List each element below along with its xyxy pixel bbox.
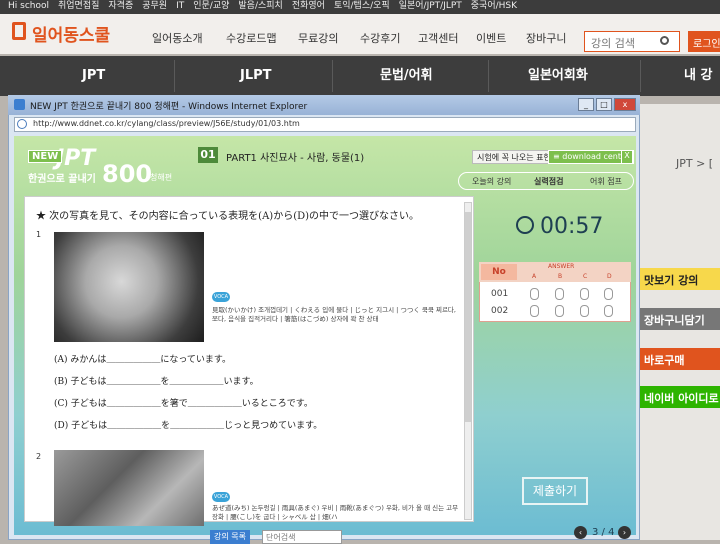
nav-item-free[interactable]: 무료강의 — [298, 30, 338, 46]
choice-c[interactable]: (C) 子どもは＿＿＿＿＿＿を箸で＿＿＿＿＿＿いるところです。 — [54, 396, 313, 409]
answer-bubble[interactable] — [530, 288, 539, 300]
top-link[interactable]: 인문/교양 — [193, 1, 229, 11]
menu-jpt[interactable]: JPT — [82, 56, 105, 96]
unit-title: PART1 사진묘사 - 사람, 동물(1) — [226, 153, 365, 164]
browser-title: NEW JPT 한권으로 끝내기 800 청해편 - Windows Inter… — [30, 102, 308, 112]
question-photo — [54, 450, 204, 526]
ie-icon — [14, 99, 25, 110]
word-search-input[interactable]: 단어검색 — [262, 530, 342, 544]
menu-grammar[interactable]: 문법/어휘 — [380, 56, 433, 96]
answer-col: C — [583, 273, 588, 280]
countdown-timer: 00:57 — [540, 214, 604, 239]
stopwatch-icon — [516, 216, 534, 234]
top-link[interactable]: 토익/텝스/오픽 — [334, 1, 390, 11]
answer-no-label: No — [481, 264, 517, 280]
menu-conversation[interactable]: 일본어회화 — [528, 56, 588, 96]
answer-bubble[interactable] — [555, 305, 564, 317]
next-page-icon[interactable]: › — [618, 526, 631, 539]
nav-item-events[interactable]: 이벤트 — [476, 30, 506, 46]
menu-divider — [640, 60, 641, 92]
preview-lecture-button[interactable]: 맛보기 강의 — [638, 268, 720, 290]
page-icon — [17, 119, 27, 129]
nav-item-cart[interactable]: 장바구니 — [526, 30, 566, 46]
brand-800: 800 — [102, 160, 153, 188]
page-indicator: 3 / 4 — [592, 527, 615, 538]
exam-expressions-button[interactable]: 시험에 꼭 나오는 표현 — [472, 150, 556, 164]
choice-d[interactable]: (D) 子どもは＿＿＿＿＿＿を＿＿＿＿＿＿じっと見つめています。 — [54, 418, 322, 431]
menu-my-courses[interactable]: 내 강의 — [684, 56, 720, 123]
lecture-list-button[interactable]: 강의 목록 — [210, 530, 250, 544]
buy-now-button[interactable]: 바로구매 — [638, 348, 720, 370]
minimize-button[interactable]: _ — [578, 98, 594, 111]
brand-subtitle: 한권으로 끝내기 — [28, 174, 96, 185]
nav-item-support[interactable]: 고객센터 — [418, 30, 458, 46]
player-close-button[interactable]: X — [621, 150, 633, 164]
brand-edition: 청해편 — [150, 173, 173, 182]
site-logo[interactable]: 일어동스쿨 — [32, 21, 110, 46]
top-link[interactable]: 발음/스피치 — [238, 1, 282, 11]
menu-divider — [488, 60, 489, 92]
vocab-badge: VOCA — [212, 292, 230, 302]
answer-label: ANSWER — [548, 263, 575, 270]
answer-bubble[interactable] — [604, 305, 613, 317]
prev-page-icon[interactable]: ‹ — [574, 526, 587, 539]
answer-bubble[interactable] — [530, 305, 539, 317]
answer-col: D — [607, 273, 612, 280]
vocab-badge: VOCA — [212, 492, 230, 502]
menu-divider — [332, 60, 333, 92]
tab-vocab-jump[interactable]: 어휘 점프 — [590, 176, 622, 187]
choice-b[interactable]: (B) 子どもは＿＿＿＿＿＿を＿＿＿＿＿＿います。 — [54, 374, 259, 387]
window-close-button[interactable]: x — [614, 98, 636, 111]
tab-today-lecture[interactable]: 오늘의 강의 — [472, 176, 511, 187]
maximize-button[interactable]: □ — [596, 98, 612, 111]
tab-skill-check[interactable]: 실력점검 — [534, 176, 563, 187]
add-to-cart-button[interactable]: 장바구니담기 — [638, 308, 720, 330]
answer-bubble[interactable] — [580, 288, 589, 300]
question-number: 2 — [36, 452, 42, 461]
login-button[interactable]: 로그인 — [688, 31, 720, 52]
main-menu-bar — [0, 56, 720, 96]
menu-jlpt[interactable]: JLPT — [240, 56, 272, 96]
top-link[interactable]: Hi school — [8, 1, 49, 11]
question-photo — [54, 232, 204, 342]
vocab-text: 見取(かいかけ) 조개껍데기 | くわえる 입에 물다 | じっと 지그시 | … — [212, 306, 456, 323]
answer-row-number: 002 — [491, 306, 509, 316]
nav-item-roadmap[interactable]: 수강로드맵 — [226, 30, 277, 46]
answer-col: B — [558, 273, 563, 280]
top-link[interactable]: 취업면접질 — [58, 1, 99, 11]
breadcrumb: JPT > [ — [676, 157, 714, 170]
scrollbar-thumb[interactable] — [465, 212, 471, 422]
top-link[interactable]: 중국어/HSK — [471, 1, 517, 11]
brand-new-badge: NEW — [28, 150, 63, 163]
address-bar[interactable]: http://www.ddnet.co.kr/cylang/class/prev… — [14, 117, 636, 132]
question-number: 1 — [36, 230, 42, 239]
answer-bubble[interactable] — [604, 288, 613, 300]
menu-divider — [174, 60, 175, 92]
choice-a[interactable]: (A) みかんは＿＿＿＿＿＿になっています。 — [54, 352, 231, 365]
answer-bubble[interactable] — [555, 288, 564, 300]
top-link[interactable]: IT — [176, 1, 184, 11]
nav-item-about[interactable]: 일어동소개 — [152, 30, 203, 46]
top-link[interactable]: 전화영어 — [292, 1, 325, 11]
top-link-strip: Hi school 취업면접질 자격증 공무원 IT 인문/교양 발음/스피치 전화영어 토익/… — [0, 0, 720, 14]
top-link[interactable]: 공무원 — [142, 1, 167, 11]
instruction-text: ★ 次の写真を見て、その内容に合っている表現を(A)から(D)の中で一つ選びなさ… — [36, 211, 420, 222]
answer-row-number: 001 — [491, 289, 509, 299]
search-icon[interactable] — [660, 36, 669, 45]
vocab-text: あぜ道(みち) 논두렁길 | 雨具(あまぐ) 우비 | 雨靴(あまぐつ) 우화,… — [212, 504, 459, 521]
unit-number: 01 — [198, 147, 218, 163]
nav-item-reviews[interactable]: 수강후기 — [360, 30, 400, 46]
submit-button[interactable]: 제출하기 — [522, 477, 588, 505]
naver-login-button[interactable]: 네이버 아이디로 — [638, 386, 720, 408]
logo-icon[interactable] — [12, 22, 26, 40]
answer-bubble[interactable] — [580, 305, 589, 317]
answer-col: A — [532, 273, 537, 280]
top-link[interactable]: 자격증 — [108, 1, 133, 11]
top-link[interactable]: 일본어/JPT/JLPT — [399, 1, 462, 11]
